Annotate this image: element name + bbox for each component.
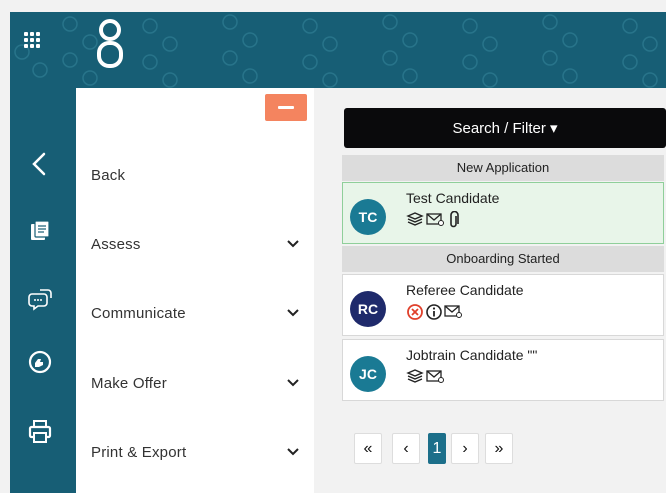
back-chevron-icon[interactable] xyxy=(26,150,54,178)
assess-icon[interactable] xyxy=(26,218,54,246)
candidate-name: Referee Candidate xyxy=(406,282,524,298)
avatar: JC xyxy=(350,356,386,392)
communicate-icon[interactable] xyxy=(26,286,54,314)
candidate-panel: Search / Filter ▾ New Application TC Tes… xyxy=(314,88,666,493)
documents-icon[interactable] xyxy=(406,368,424,384)
menu-item-label: Assess xyxy=(91,236,141,253)
menu-item-assess[interactable]: Assess xyxy=(76,225,314,265)
info-circle-icon[interactable] xyxy=(425,303,443,321)
collapse-menu-button[interactable] xyxy=(265,94,307,121)
menu-item-communicate[interactable]: Communicate xyxy=(76,294,314,334)
cancel-circle-icon[interactable] xyxy=(406,303,424,321)
menu-item-label: Back xyxy=(91,167,126,184)
candidate-row-test[interactable]: TC Test Candidate xyxy=(342,182,664,244)
menu-item-make-offer[interactable]: Make Offer xyxy=(76,364,314,404)
candidate-row-jobtrain[interactable]: JC Jobtrain Candidate "" xyxy=(342,339,664,401)
search-filter-label: Search / Filter ▾ xyxy=(452,120,558,137)
documents-icon[interactable] xyxy=(406,211,424,227)
apps-grid-icon[interactable] xyxy=(22,30,42,50)
page-1-button[interactable]: 1 xyxy=(428,433,446,464)
chevron-down-icon xyxy=(287,240,299,248)
last-page-button[interactable]: » xyxy=(485,433,513,464)
print-icon[interactable] xyxy=(26,418,54,446)
chevron-down-icon xyxy=(287,448,299,456)
candidate-name: Test Candidate xyxy=(406,190,500,206)
chevron-down-icon xyxy=(287,309,299,317)
next-page-button[interactable]: › xyxy=(451,433,479,464)
avatar: RC xyxy=(350,291,386,327)
menu-item-label: Make Offer xyxy=(91,375,167,392)
menu-item-label: Print & Export xyxy=(91,444,187,461)
menu-item-label: Communicate xyxy=(91,305,186,322)
avatar: TC xyxy=(350,199,386,235)
chevron-down-icon xyxy=(287,379,299,387)
group-header-new-application: New Application xyxy=(342,155,664,181)
make-offer-icon[interactable] xyxy=(26,348,54,376)
icon-rail xyxy=(10,88,76,493)
email-icon[interactable] xyxy=(444,303,462,319)
attachment-icon[interactable] xyxy=(448,211,460,229)
menu-item-print-export[interactable]: Print & Export xyxy=(76,433,314,473)
side-menu: Back Assess Communicate Make Offer Print… xyxy=(76,88,314,493)
first-page-button[interactable]: « xyxy=(354,433,382,464)
email-icon[interactable] xyxy=(426,211,444,227)
brand-logo-icon[interactable] xyxy=(96,16,124,72)
prev-page-button[interactable]: ‹ xyxy=(392,433,420,464)
group-header-onboarding-started: Onboarding Started xyxy=(342,246,664,272)
app-frame: Back Assess Communicate Make Offer Print… xyxy=(10,12,666,493)
candidate-row-referee[interactable]: RC Referee Candidate xyxy=(342,274,664,336)
menu-item-back[interactable]: Back xyxy=(76,156,314,196)
candidate-name: Jobtrain Candidate "" xyxy=(406,347,538,363)
email-icon[interactable] xyxy=(426,368,444,384)
top-header xyxy=(10,12,666,88)
search-filter-button[interactable]: Search / Filter ▾ xyxy=(344,108,666,148)
